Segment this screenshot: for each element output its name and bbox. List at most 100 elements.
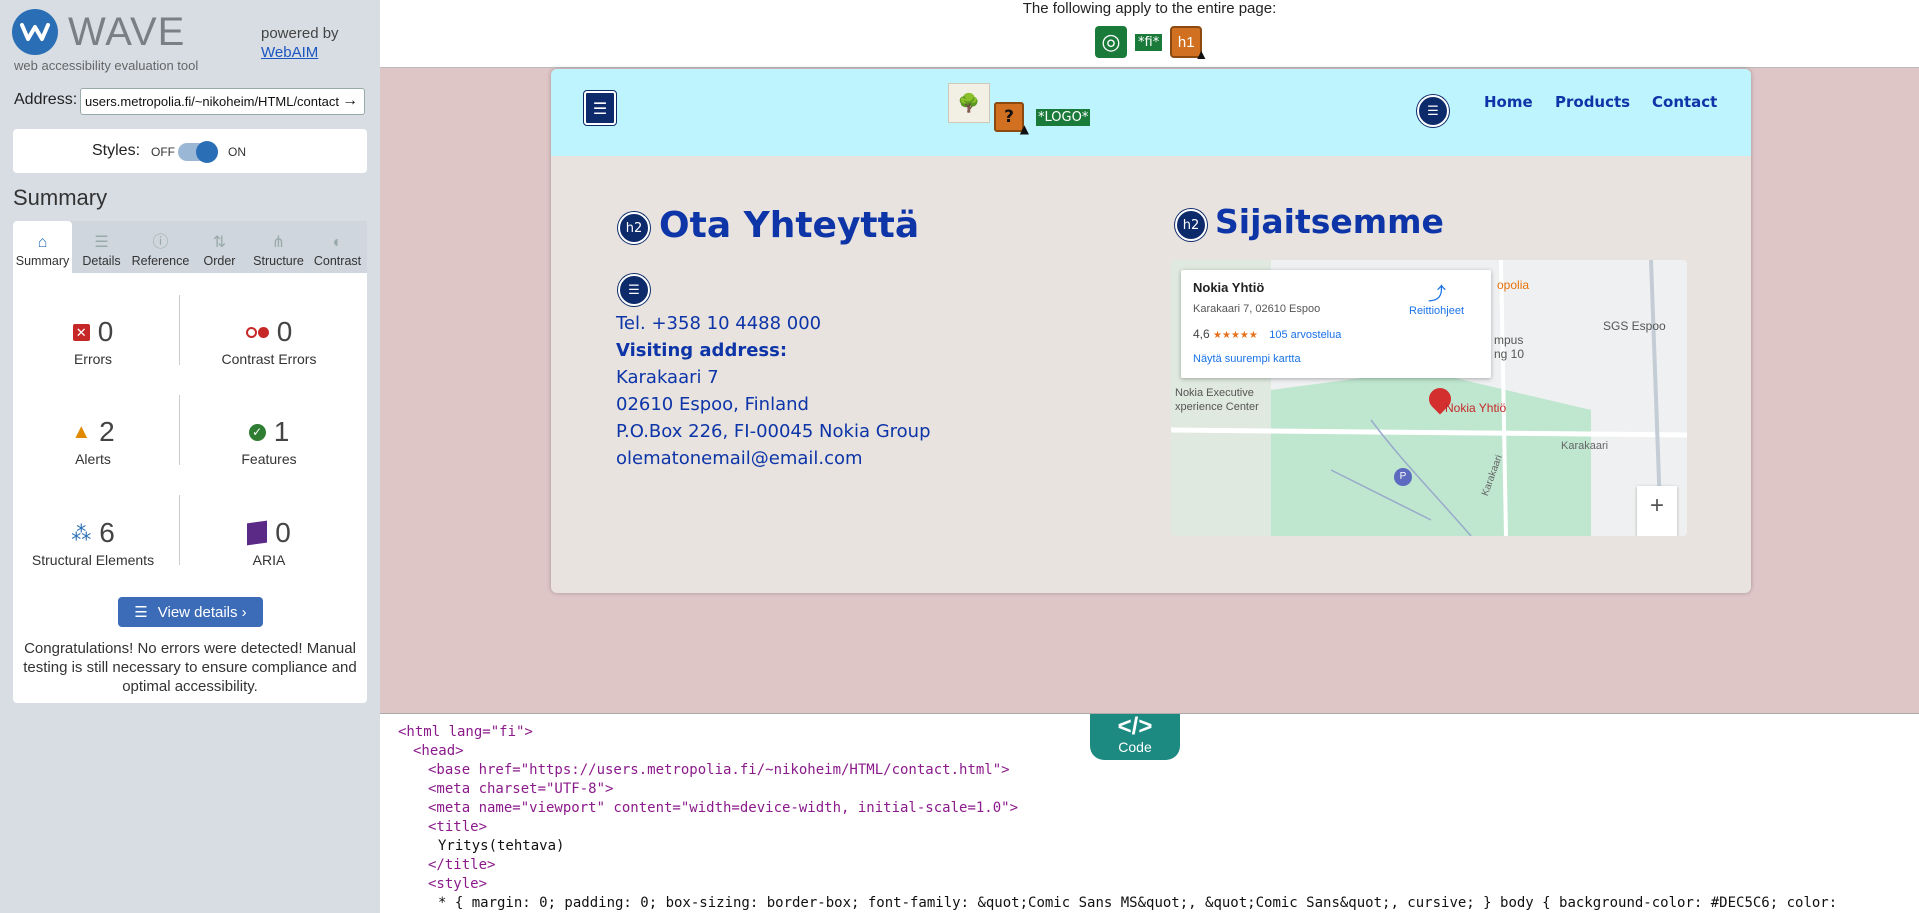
contact-tel: Tel. +358 10 4488 000 [616, 313, 822, 334]
tab-summary[interactable]: ⌂ Summary [13, 221, 72, 273]
stat-contrast-errors[interactable]: 0 Contrast Errors [189, 315, 349, 367]
map-label: mpus [1494, 333, 1524, 347]
tab-reference[interactable]: ⓘ Reference [131, 221, 190, 273]
code-line: <meta charset="UTF-8"> [428, 781, 614, 797]
list-icon: ☰ [134, 604, 148, 621]
tab-order[interactable]: ⇅ Order [190, 221, 249, 273]
h1-badge-label: h1 [1177, 33, 1195, 51]
summary-panel: ✕ 0 Errors 0 Contrast Errors ▲ 2 Alerts … [13, 273, 367, 703]
stat-structural[interactable]: ⁂ 6 Structural Elements [13, 516, 173, 568]
stat-aria[interactable]: 0 ARIA [189, 516, 349, 568]
h2-badge-icon[interactable]: h2 [1175, 209, 1207, 241]
styles-off-label: OFF [151, 145, 175, 159]
wave-app-name: WAVE [68, 10, 186, 54]
features-label: Features [241, 451, 297, 467]
code-line: Yritys(tehtava) [438, 838, 565, 854]
code-line: <style> [428, 876, 488, 892]
stat-errors[interactable]: ✕ 0 Errors [13, 315, 173, 367]
sidebar-tabs: ⌂ Summary ☰ Details ⓘ Reference ⇅ Order … [13, 221, 367, 273]
star-icon: ★★★★★ [1213, 330, 1258, 341]
nav-contact[interactable]: Contact [1652, 93, 1717, 111]
arrow-right-icon[interactable]: → [342, 92, 358, 110]
tab-label: Contrast [313, 254, 362, 268]
map-label: SGS Espoo [1603, 319, 1666, 333]
alt-text-badge[interactable]: *LOGO* [1036, 109, 1091, 126]
contact-pobox: P.O.Box 226, FI-00045 Nokia Group [616, 421, 931, 442]
styles-toggle[interactable] [178, 141, 218, 163]
map-label: xperience Center [1175, 401, 1259, 413]
map-label: opolia [1497, 278, 1530, 292]
page-preview: ☰ 🌳 ? ▲ *LOGO* ☰ Home Products Contact h2… [380, 68, 1919, 713]
warning-icon: ▲ [1194, 46, 1209, 62]
alert-icon: ▲ [71, 420, 92, 443]
warning-icon: ▲ [1019, 122, 1029, 136]
code-icon: </> [1117, 713, 1153, 740]
errors-count: 0 [97, 316, 114, 347]
structure-icon: ⋔ [271, 234, 286, 251]
map-zoom-in-button[interactable]: + [1637, 486, 1677, 536]
contact-email[interactable]: olematonemail@email.com [616, 448, 863, 469]
divider [179, 395, 180, 465]
structure-icon: ⁂ [71, 522, 92, 545]
contrast-errors-label: Contrast Errors [221, 351, 317, 367]
summary-heading: Summary [13, 185, 108, 210]
page-level-icons: ◎ *fi* h1 ▲ [1095, 26, 1208, 62]
page-level-text: The following apply to the entire page: [1022, 0, 1277, 17]
larger-map-link[interactable]: Näytä suurempi kartta [1193, 353, 1301, 365]
styles-panel: Styles: OFF ON [13, 129, 367, 173]
stat-alerts[interactable]: ▲ 2 Alerts [13, 415, 173, 467]
contact-visiting: Visiting address: [616, 340, 788, 361]
embedded-map[interactable]: Nokia Yhtiö Karakaari 7, 02610 Espoo 4,6… [1171, 260, 1687, 536]
alt-alert-icon[interactable]: ? ▲ [994, 102, 1029, 136]
list-icon[interactable]: ☰ [618, 274, 650, 306]
map-label: ng 10 [1494, 347, 1525, 361]
wave-logo-icon[interactable] [12, 9, 58, 55]
globe-icon[interactable]: ◎ [1095, 26, 1127, 58]
h2-badge-icon[interactable]: h2 [618, 212, 650, 244]
map-label: Karakaari [1561, 440, 1609, 452]
tab-structure[interactable]: ⋔ Structure [249, 221, 308, 273]
code-tab-label: Code [1118, 739, 1152, 755]
address-value: users.metropolia.fi/~nikoheim/HTML/conta… [85, 94, 339, 109]
tab-contrast[interactable]: ◐ Contrast [308, 221, 367, 273]
address-input[interactable]: users.metropolia.fi/~nikoheim/HTML/conta… [80, 88, 365, 115]
address-label: Address: [14, 91, 78, 108]
errors-label: Errors [73, 351, 113, 367]
view-details-button[interactable]: ☰ View details › [118, 597, 263, 627]
rating-value: 4,6 [1193, 327, 1210, 341]
reviews-link[interactable]: 105 arvostelua [1269, 329, 1341, 341]
code-toggle-button[interactable]: </> Code [1090, 714, 1180, 760]
page-level-bar: The following apply to the entire page: … [380, 0, 1919, 68]
h1-alert-badge[interactable]: h1 ▲ [1170, 26, 1208, 62]
webaim-link[interactable]: WebAIM [261, 43, 339, 62]
logo-image: 🌳 [948, 83, 990, 123]
language-badge[interactable]: *fi* [1135, 33, 1163, 51]
contrast-errors-count: 0 [276, 316, 293, 347]
congrats-message: Congratulations! No errors were detected… [23, 640, 357, 695]
alerts-label: Alerts [75, 451, 111, 467]
nav-products[interactable]: Products [1555, 93, 1630, 111]
code-line: </title> [428, 857, 496, 873]
parking-icon: P [1394, 468, 1412, 486]
tab-label: Reference [131, 254, 190, 268]
map-info-card: Nokia Yhtiö Karakaari 7, 02610 Espoo 4,6… [1181, 270, 1491, 378]
map-label: Nokia Executive [1175, 387, 1254, 399]
aria-label: ARIA [252, 552, 286, 568]
map-place-address: Karakaari 7, 02610 Espoo [1193, 303, 1321, 315]
nav-home[interactable]: Home [1484, 93, 1533, 111]
list-landmark-icon[interactable]: ☰ [1417, 95, 1449, 127]
directions-icon[interactable]: ⤴ [1428, 280, 1446, 306]
error-icon: ✕ [72, 323, 90, 341]
powered-by-text: powered by [261, 25, 339, 42]
contact-heading: Ota Yhteyttä [659, 205, 920, 246]
view-details-label: View details › [157, 603, 247, 621]
tab-details[interactable]: ☰ Details [72, 221, 131, 273]
h2-badge-label: h2 [1182, 217, 1200, 233]
aria-landmark-icon[interactable]: ☰ [584, 91, 616, 125]
map-rating: 4,6 ★★★★★ 105 arvostelua [1193, 327, 1341, 341]
wave-sidebar: WAVE web accessibility evaluation tool p… [0, 0, 380, 913]
directions-link[interactable]: Reittiohjeet [1409, 305, 1464, 317]
stat-features[interactable]: ✓ 1 Features [189, 415, 349, 467]
home-icon: ⌂ [37, 234, 48, 251]
structural-count: 6 [99, 517, 115, 548]
